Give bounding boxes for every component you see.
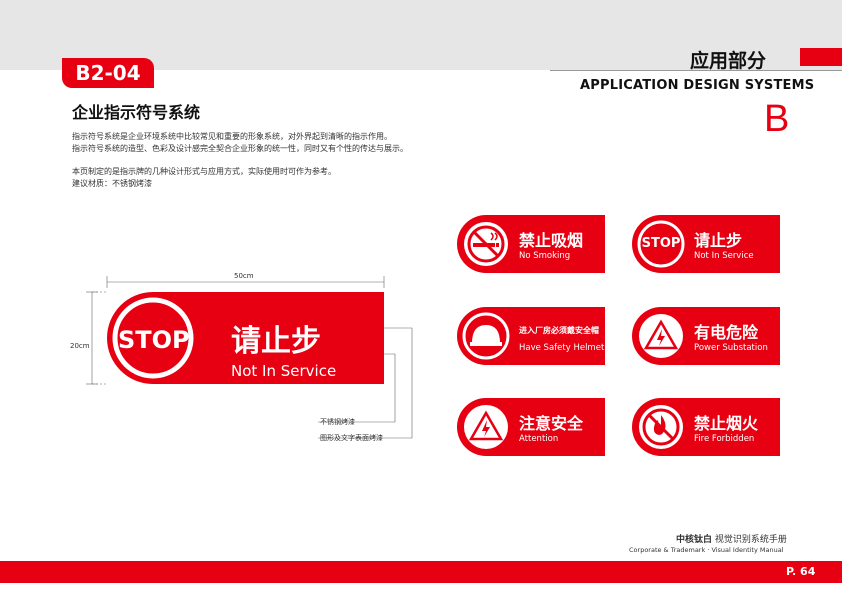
- sign-label-cn: 进入厂房必须戴安全帽: [519, 326, 599, 335]
- manual-name: 视觉识别系统手册: [714, 535, 787, 545]
- main-sign-cn: 请止步: [231, 324, 321, 359]
- sign-label-cn: 禁止吸烟: [519, 231, 584, 250]
- section-title-cn: 应用部分: [690, 50, 767, 72]
- electric-hazard-icon: [639, 314, 683, 358]
- description-line: 本页制定的是指示牌的几种设计形式与应用方式，实际使用时可作为参考。: [72, 167, 336, 176]
- sign-label-en: Power Substation: [694, 343, 768, 353]
- brand-line: 中核钛白 视觉识别系统手册: [676, 532, 787, 545]
- sign-power-substation: 有电危险 Power Substation: [632, 307, 780, 365]
- brand-name: 中核钛白: [676, 535, 713, 545]
- finish-note: 图形及文字表面烤漆: [320, 434, 383, 442]
- warning-icon: [464, 405, 508, 449]
- section-accent-bar: [800, 48, 842, 66]
- sign-safety-helmet: 进入厂房必须戴安全帽 Have Safety Helmet: [457, 307, 605, 365]
- section-divider: [550, 70, 842, 71]
- stop-text: STOP: [641, 236, 681, 251]
- description-line: 建议材质：不锈钢烤漆: [72, 179, 152, 188]
- footer-band: [0, 561, 842, 583]
- sign-label-cn: 有电危险: [694, 323, 759, 342]
- section-code-badge: B2-04: [62, 58, 154, 88]
- sign-no-smoking: 禁止吸烟 No Smoking: [457, 215, 605, 273]
- description-line: 指示符号系统是企业环境系统中比较常见和重要的形象系统，对外界起到清晰的指示作用。: [72, 132, 392, 141]
- page-title: 企业指示符号系统: [72, 103, 201, 122]
- sign-label-en: Fire Forbidden: [694, 434, 755, 444]
- sign-not-in-service: STOP 请止步 Not In Service: [632, 215, 780, 273]
- sign-label-en: Attention: [519, 434, 559, 444]
- helmet-icon: [462, 312, 510, 360]
- sign-fire-forbidden: 禁止烟火 Fire Forbidden: [632, 398, 780, 456]
- stop-text: STOP: [118, 326, 190, 354]
- description-line: 指示符号系统的造型、色彩及设计感完全契合企业形象的统一性，同时又有个性的传达与展…: [72, 144, 408, 153]
- sign-label-en: Have Safety Helmet: [519, 343, 605, 353]
- section-title-en: APPLICATION DESIGN SYSTEMS: [580, 78, 815, 93]
- sign-label-en: No Smoking: [519, 251, 571, 261]
- no-fire-icon: [639, 405, 683, 449]
- brand-en: Corporate & Trademark · Visual Identity …: [629, 546, 784, 554]
- sign-label-en: Not In Service: [694, 251, 754, 261]
- sign-label-cn: 注意安全: [519, 414, 584, 433]
- page-number: P. 64: [786, 565, 816, 578]
- material-note: 不锈钢烤漆: [320, 418, 355, 426]
- no-smoking-icon: [464, 222, 508, 266]
- width-label: 50cm: [234, 272, 254, 280]
- main-sign-en: Not In Service: [231, 362, 337, 380]
- section-letter: B: [764, 98, 790, 140]
- sign-attention: 注意安全 Attention: [457, 398, 605, 456]
- height-label: 20cm: [70, 342, 90, 350]
- sign-label-cn: 请止步: [694, 231, 743, 250]
- sign-label-cn: 禁止烟火: [694, 414, 759, 433]
